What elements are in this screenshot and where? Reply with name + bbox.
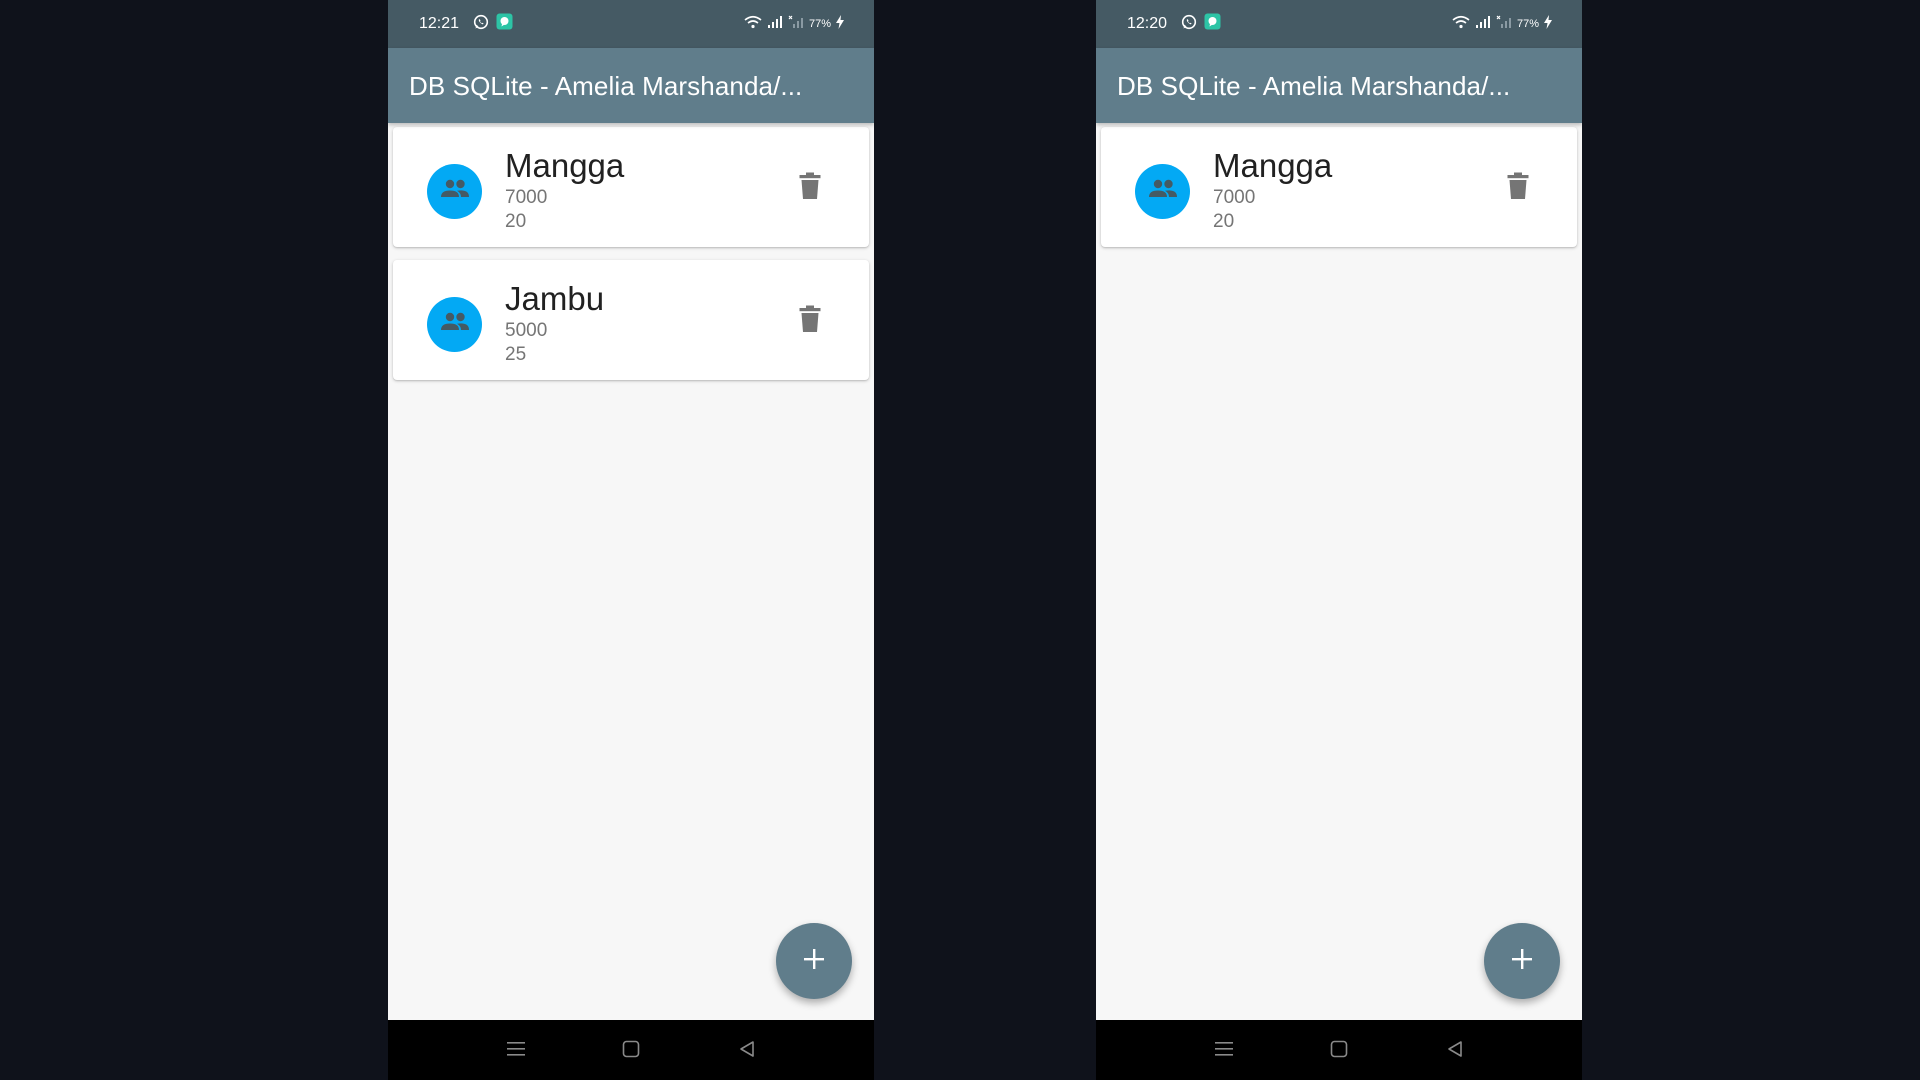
app-bar: DB SQLite - Amelia Marshanda/... — [388, 48, 874, 123]
home-button[interactable] — [619, 1039, 643, 1063]
wifi-icon — [744, 15, 762, 34]
delete-button[interactable] — [795, 171, 825, 205]
phone-screen-left: 12:21 77% DB SQLite - Amelia Marshanda/.… — [388, 0, 874, 1080]
item-quantity: 25 — [505, 344, 527, 365]
item-list: Mangga 7000 20 Jambu 5000 25 — [393, 127, 869, 393]
status-time: 12:20 — [1127, 15, 1168, 32]
back-icon — [1446, 1040, 1464, 1063]
status-indicators: 77% — [1452, 14, 1552, 34]
app-title: DB SQLite - Amelia Marshanda/... — [409, 71, 803, 101]
charging-icon — [1544, 14, 1552, 34]
charging-icon — [836, 14, 844, 34]
menu-icon — [1215, 1041, 1233, 1062]
trash-icon — [799, 172, 821, 205]
avatar — [427, 297, 482, 352]
notification-icons — [1181, 13, 1221, 35]
whatsapp-icon — [1181, 14, 1197, 35]
recent-apps-button[interactable] — [1212, 1039, 1236, 1063]
navigation-bar — [388, 1020, 874, 1080]
status-indicators: 77% — [744, 14, 844, 34]
signal-no-service-icon — [1496, 15, 1512, 34]
item-quantity: 20 — [1213, 211, 1235, 232]
status-bar: 12:20 77% — [1096, 0, 1582, 48]
recent-apps-button[interactable] — [504, 1039, 528, 1063]
item-price: 5000 — [505, 320, 548, 341]
avatar — [1135, 164, 1190, 219]
item-price: 7000 — [505, 187, 548, 208]
trash-icon — [799, 305, 821, 338]
plus-icon — [1511, 948, 1533, 975]
back-button[interactable] — [735, 1039, 759, 1063]
whatsapp-icon — [473, 14, 489, 35]
plus-icon — [803, 948, 825, 975]
list-item[interactable]: Mangga 7000 20 — [393, 127, 869, 247]
item-name: Mangga — [505, 147, 625, 184]
item-name: Mangga — [1213, 147, 1333, 184]
app-title: DB SQLite - Amelia Marshanda/... — [1117, 71, 1511, 101]
add-item-button[interactable] — [1484, 923, 1560, 999]
delete-button[interactable] — [795, 304, 825, 338]
add-item-button[interactable] — [776, 923, 852, 999]
people-icon — [440, 179, 470, 204]
status-bar: 12:21 77% — [388, 0, 874, 48]
menu-icon — [507, 1041, 525, 1062]
chat-app-icon — [496, 13, 513, 35]
signal-icon — [767, 15, 783, 34]
home-button[interactable] — [1327, 1039, 1351, 1063]
trash-icon — [1507, 172, 1529, 205]
item-name: Jambu — [505, 280, 605, 317]
people-icon — [1148, 179, 1178, 204]
item-list: Mangga 7000 20 — [1101, 127, 1577, 260]
chat-app-icon — [1204, 13, 1221, 35]
battery-percent: 77% — [808, 18, 831, 30]
delete-button[interactable] — [1503, 171, 1533, 205]
avatar — [427, 164, 482, 219]
app-bar: DB SQLite - Amelia Marshanda/... — [1096, 48, 1582, 123]
item-quantity: 20 — [505, 211, 527, 232]
signal-no-service-icon — [788, 15, 804, 34]
status-time: 12:21 — [419, 15, 460, 32]
phone-screen-right: 12:20 77% DB SQLite - Amelia Marshanda/.… — [1096, 0, 1582, 1080]
back-button[interactable] — [1443, 1039, 1467, 1063]
navigation-bar — [1096, 1020, 1582, 1080]
item-price: 7000 — [1213, 187, 1256, 208]
list-item[interactable]: Jambu 5000 25 — [393, 260, 869, 380]
notification-icons — [473, 13, 513, 35]
back-icon — [738, 1040, 756, 1063]
battery-percent: 77% — [1516, 18, 1539, 30]
home-icon — [1330, 1040, 1348, 1063]
signal-icon — [1475, 15, 1491, 34]
people-icon — [440, 312, 470, 337]
list-item[interactable]: Mangga 7000 20 — [1101, 127, 1577, 247]
home-icon — [622, 1040, 640, 1063]
wifi-icon — [1452, 15, 1470, 34]
